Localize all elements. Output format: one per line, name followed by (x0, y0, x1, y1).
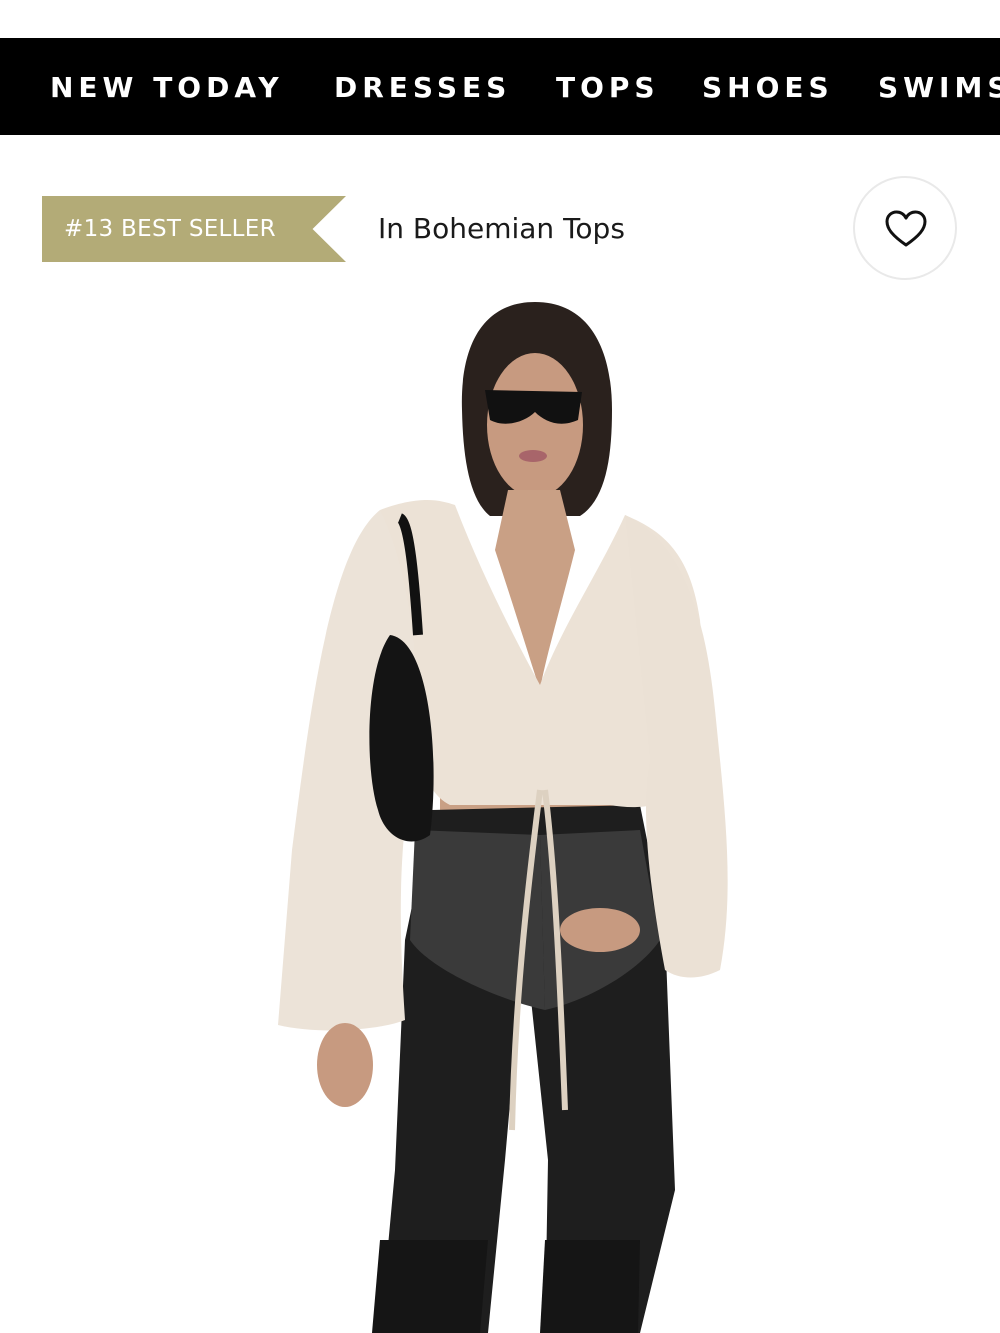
nav-item-dresses[interactable]: DRESSES (334, 38, 511, 135)
nav-item-new-today[interactable]: NEW TODAY (50, 38, 284, 135)
best-seller-label: #13 BEST SELLER (64, 216, 276, 242)
best-seller-category-link[interactable]: In Bohemian Tops (378, 205, 625, 253)
nav-item-tops[interactable]: TOPS (556, 38, 660, 135)
top-nav: NEW TODAY DRESSES TOPS SHOES SWIMS (0, 38, 1000, 135)
product-image[interactable] (0, 290, 1000, 1333)
heart-icon (885, 210, 927, 247)
nav-item-swim[interactable]: SWIMS (878, 38, 1000, 135)
nav-item-shoes[interactable]: SHOES (702, 38, 834, 135)
wishlist-button[interactable] (853, 176, 957, 280)
best-seller-badge: #13 BEST SELLER (42, 196, 346, 262)
